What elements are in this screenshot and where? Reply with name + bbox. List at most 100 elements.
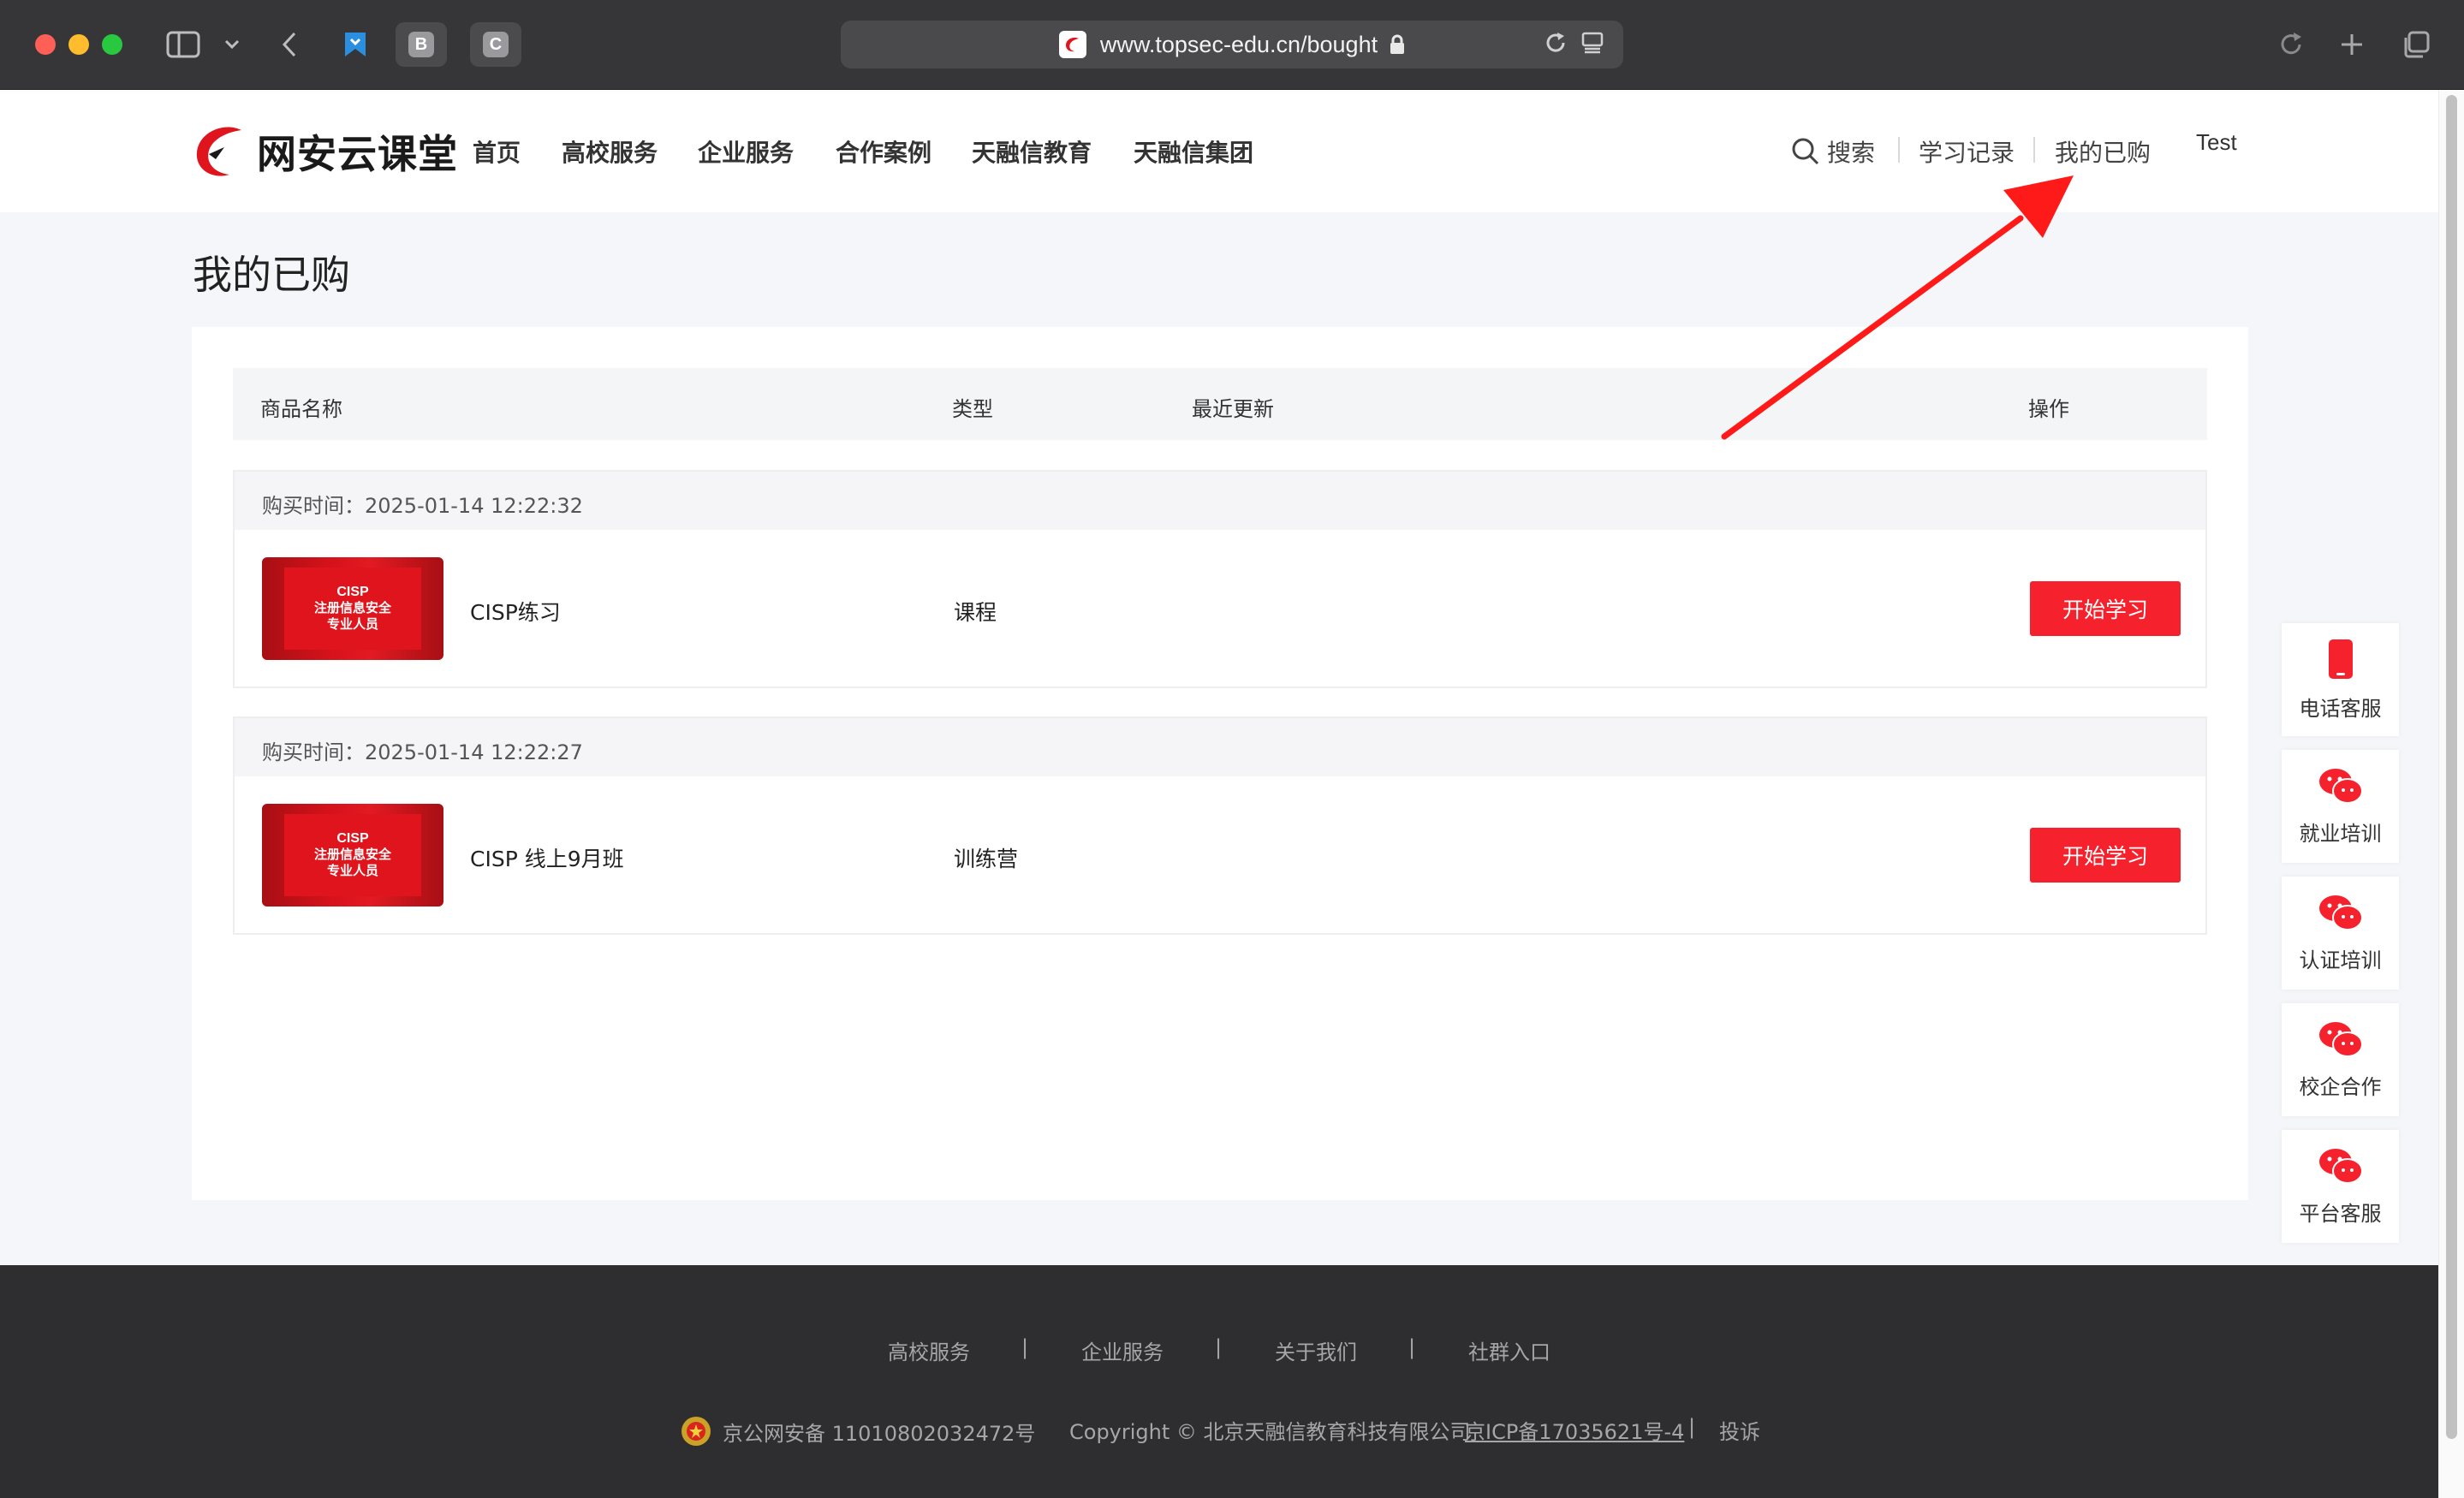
site-favicon: [1058, 31, 1086, 58]
site-footer: 高校服务 | 企业服务 | 关于我们 | 社群入口 京公网安备 11010802…: [0, 1265, 2438, 1498]
thumbnail-line: 专业人员: [326, 863, 378, 878]
nav-university-services[interactable]: 高校服务: [562, 134, 658, 169]
thumbnail-title: CISP: [336, 585, 369, 599]
product-name[interactable]: CISP练习: [470, 596, 561, 627]
nav-topsec-education[interactable]: 天融信教育: [972, 134, 1092, 169]
search-label: 搜索: [1827, 139, 1876, 167]
start-learning-button[interactable]: 开始学习: [2030, 828, 2181, 883]
column-type: 类型: [952, 397, 993, 421]
search-link[interactable]: 搜索: [1791, 134, 1875, 169]
side-label: 电话客服: [2299, 696, 2382, 721]
lock-icon: [1390, 34, 1405, 54]
side-phone-service[interactable]: 电话客服: [2282, 623, 2399, 736]
footer-link-enterprise[interactable]: 企业服务: [1081, 1335, 1164, 1365]
tab-overview-icon[interactable]: [2397, 26, 2435, 63]
nav-cases[interactable]: 合作案例: [836, 134, 931, 169]
tab-bookmark[interactable]: [330, 22, 381, 67]
browser-toolbar: B C www.topsec-edu.cn/bought: [0, 0, 2464, 90]
copyright-text: Copyright © 北京天融信教育科技有限公司: [1069, 1420, 1471, 1444]
nav-home[interactable]: 首页: [473, 134, 521, 169]
side-label: 平台客服: [2299, 1201, 2382, 1226]
url-text: www.topsec-edu.cn/bought: [1099, 31, 1378, 57]
order-row: 购买时间：2025-01-14 12:22:27 CISP 注册信息安全 专业人…: [233, 716, 2207, 935]
minimize-window-button[interactable]: [68, 34, 89, 55]
column-action: 操作: [2028, 397, 2069, 421]
study-record-link[interactable]: 学习记录: [1919, 134, 2015, 169]
nav-divider: [2033, 137, 2035, 163]
nav-enterprise-services[interactable]: 企业服务: [698, 134, 794, 169]
column-last-updated: 最近更新: [1192, 397, 1274, 421]
nav-topsec-group[interactable]: 天融信集团: [1134, 134, 1253, 169]
letter-tab-icon: C: [483, 32, 509, 57]
side-label: 校企合作: [2299, 1074, 2382, 1099]
side-school-enterprise[interactable]: 校企合作: [2282, 1003, 2399, 1116]
order-row: 购买时间：2025-01-14 12:22:32 CISP 注册信息安全 专业人…: [233, 470, 2207, 688]
complaint-link[interactable]: 投诉: [1719, 1415, 1760, 1445]
order-header: 购买时间：2025-01-14 12:22:27: [235, 718, 2205, 776]
side-label: 就业培训: [2299, 821, 2382, 846]
thumbnail-line: 注册信息安全: [313, 847, 391, 862]
thumbnail-line: 专业人员: [326, 616, 378, 632]
wechat-icon: [2318, 895, 2363, 930]
my-purchased-link[interactable]: 我的已购: [2055, 134, 2151, 169]
order-header: 购买时间：2025-01-14 12:22:32: [235, 472, 2205, 530]
page-viewport: 网安云课堂 首页 高校服务 企业服务 合作案例 天融信教育 天融信集团 搜索 学…: [0, 90, 2464, 1498]
site-logo[interactable]: 网安云课堂: [190, 121, 458, 182]
new-tab-icon[interactable]: [2333, 26, 2371, 63]
purchase-time: 购买时间：2025-01-14 12:22:27: [262, 740, 583, 764]
tab-b[interactable]: B: [396, 22, 447, 67]
side-label: 认证培训: [2299, 948, 2382, 972]
side-platform-service[interactable]: 平台客服: [2282, 1130, 2399, 1243]
page-title: 我的已购: [193, 252, 350, 298]
back-icon[interactable]: [274, 26, 305, 63]
course-thumbnail[interactable]: CISP 注册信息安全 专业人员: [262, 557, 443, 660]
police-record-text: 京公网安备 11010802032472号: [723, 1421, 1036, 1446]
footer-separator: |: [1688, 1415, 1696, 1439]
logo-swoosh-icon: [196, 127, 241, 176]
footer-separator: |: [1408, 1335, 1416, 1359]
police-badge-icon: [681, 1417, 711, 1446]
icp-link[interactable]: 京ICP备17035621号-4: [1465, 1415, 1684, 1445]
site-header: 网安云课堂 首页 高校服务 企业服务 合作案例 天融信教育 天融信集团 搜索 学…: [0, 90, 2438, 212]
product-type: 课程: [954, 600, 997, 625]
reader-icon[interactable]: [1580, 31, 1604, 55]
scrollbar-thumb[interactable]: [2446, 95, 2457, 1439]
product-type: 训练营: [954, 847, 1019, 871]
address-bar[interactable]: www.topsec-edu.cn/bought: [841, 21, 1623, 68]
letter-tab-icon: B: [408, 32, 434, 57]
logo-text: 网安云课堂: [257, 131, 458, 177]
footer-separator: |: [1215, 1335, 1223, 1359]
side-employment-training[interactable]: 就业培训: [2282, 750, 2399, 863]
purchase-time: 购买时间：2025-01-14 12:22:32: [262, 494, 583, 518]
thumbnail-title: CISP: [336, 831, 369, 846]
footer-separator: |: [1021, 1335, 1029, 1359]
column-product-name: 商品名称: [260, 397, 342, 421]
nav-divider: [1898, 137, 1900, 163]
user-name[interactable]: Test: [2196, 129, 2237, 156]
start-learning-button[interactable]: 开始学习: [2030, 581, 2181, 636]
course-thumbnail[interactable]: CISP 注册信息安全 专业人员: [262, 804, 443, 907]
wechat-icon: [2318, 768, 2363, 804]
side-certification-training[interactable]: 认证培训: [2282, 877, 2399, 990]
refresh-icon[interactable]: [2272, 26, 2310, 63]
search-icon: [1792, 138, 1819, 165]
purchased-list-card: 商品名称 类型 最近更新 操作 购买时间：2025-01-14 12:22:32…: [192, 327, 2248, 1200]
wechat-icon: [2318, 1148, 2363, 1184]
sidebar-toggle-icon[interactable]: [164, 26, 202, 63]
bookmark-icon: [345, 33, 366, 56]
wechat-icon: [2318, 1021, 2363, 1057]
close-window-button[interactable]: [35, 34, 56, 55]
table-header: 商品名称 类型 最近更新 操作: [233, 368, 2207, 440]
zoom-window-button[interactable]: [102, 34, 122, 55]
police-record[interactable]: 京公网安备 11010802032472号: [680, 1415, 1035, 1447]
footer-link-university[interactable]: 高校服务: [888, 1335, 970, 1365]
page-scrollbar[interactable]: [2438, 90, 2464, 1498]
product-name[interactable]: CISP 线上9月班: [470, 842, 624, 873]
footer-link-about[interactable]: 关于我们: [1275, 1335, 1357, 1365]
phone-icon: [2328, 639, 2353, 679]
chevron-down-icon[interactable]: [221, 26, 243, 63]
footer-link-community[interactable]: 社群入口: [1468, 1335, 1550, 1365]
tab-c[interactable]: C: [470, 22, 521, 67]
reload-icon[interactable]: [1544, 31, 1568, 55]
thumbnail-line: 注册信息安全: [313, 600, 391, 615]
